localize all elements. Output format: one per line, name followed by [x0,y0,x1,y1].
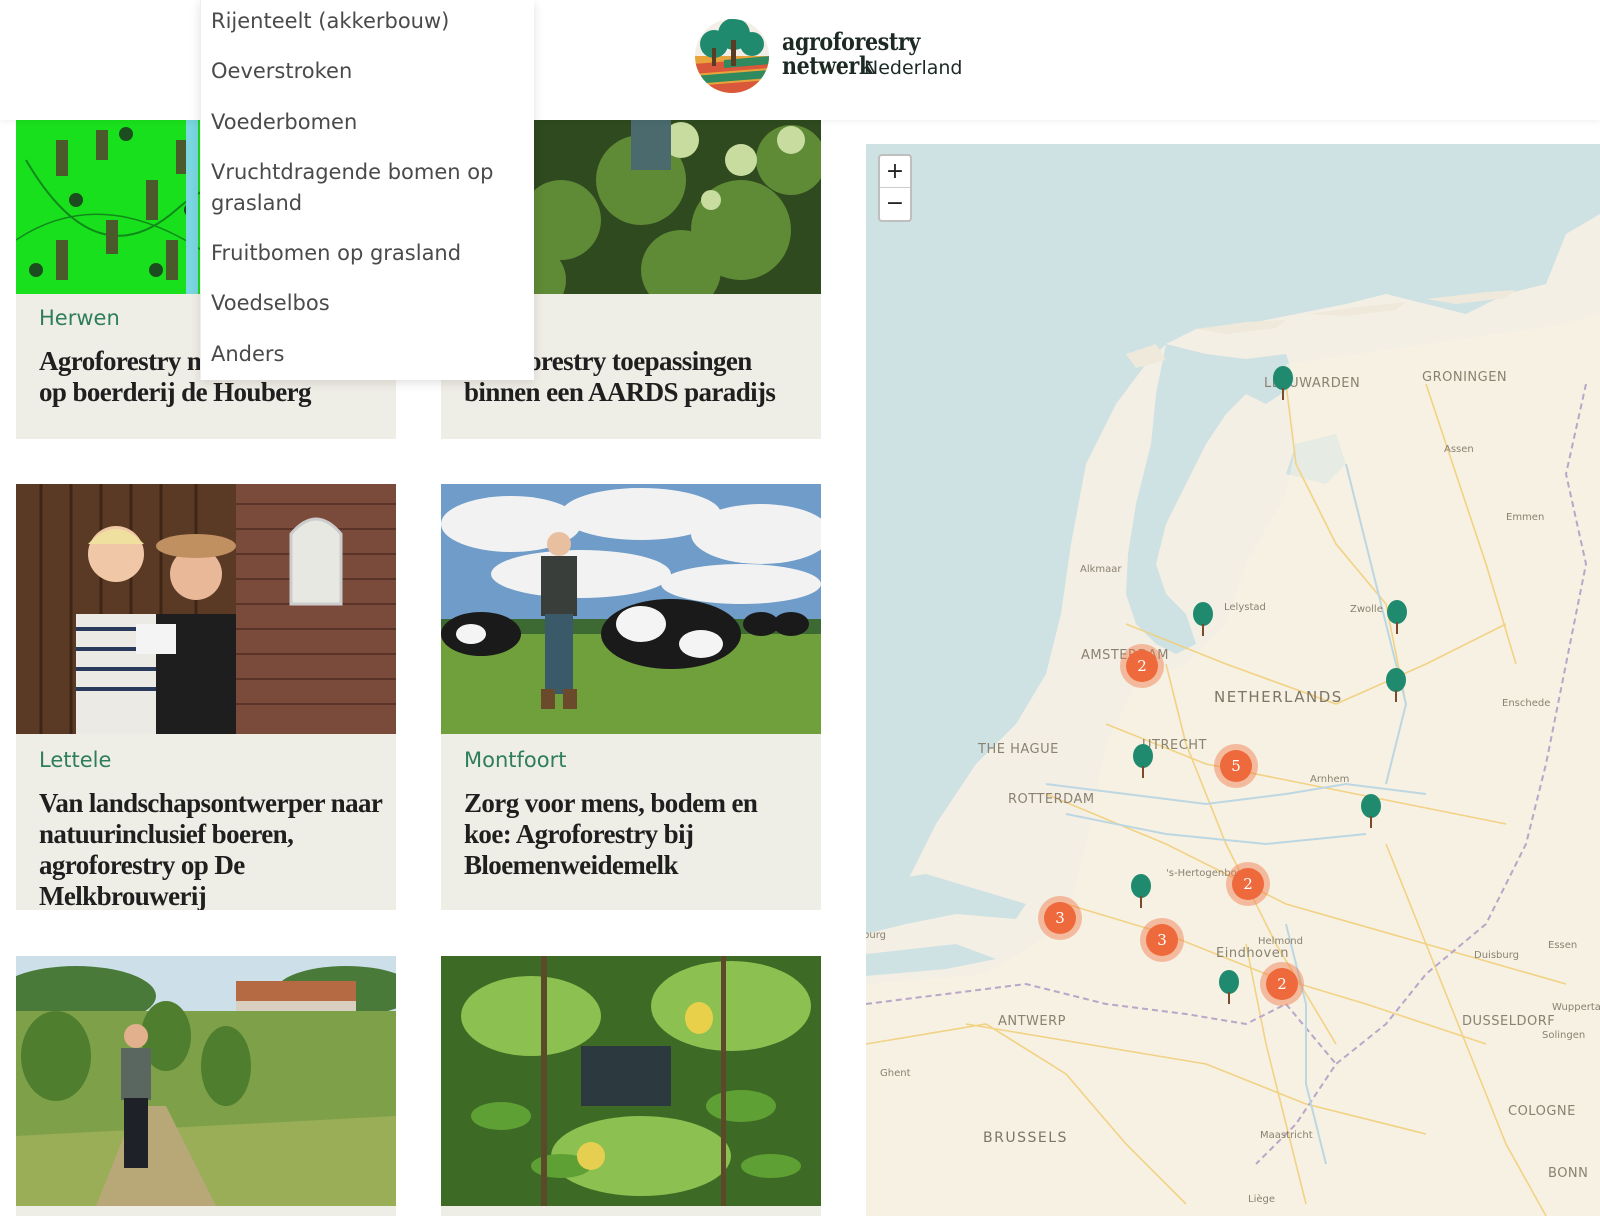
tree-marker-icon[interactable] [1272,366,1294,400]
map-cluster[interactable]: 3 [1038,896,1082,940]
map-label: Middelburg [866,930,887,941]
card-location: Herwen [39,306,120,330]
tree-marker-icon[interactable] [1130,874,1152,908]
card-image [16,956,396,1206]
map-cluster[interactable]: 2 [1226,862,1270,906]
zoom-control: + − [878,154,912,222]
map-label: BRUSSELS [983,1130,1068,1146]
map-label: Enschede [1502,698,1551,709]
map-label: DUSSELDORF [1462,1014,1556,1029]
map-label: Assen [1444,444,1474,455]
cluster-count: 2 [1126,650,1158,682]
card-location: Montfoort [464,748,567,772]
site-logo[interactable]: agroforestry netwerkNederland [694,16,994,96]
dropdown-option-voedselbos[interactable]: Voedselbos [211,288,521,319]
map-label: ROTTERDAM [1008,792,1095,807]
map-label: Wuppertal [1552,1002,1600,1013]
map-label: Liège [1248,1194,1276,1205]
map-label: BONN [1548,1166,1589,1181]
map-label: Alkmaar [1080,564,1122,575]
map-label: THE HAGUE [978,742,1059,757]
map-label: ANTWERP [998,1014,1066,1029]
tree-marker-icon[interactable] [1218,970,1240,1004]
map-label: COLOGNE [1508,1104,1576,1119]
logo-text-netwerk: netwerk [782,51,873,80]
zoom-in-button[interactable]: + [880,156,910,188]
project-card[interactable]: Montfoort Zorg voor mens, bodem en koe: … [441,484,821,910]
map-cluster[interactable]: 2 [1120,644,1164,688]
map-label: Essen [1548,940,1578,951]
tree-marker-icon[interactable] [1385,668,1407,702]
map-label: NETHERLANDS [1214,688,1343,706]
logo-text-nederland: Nederland [864,57,963,79]
map-label: Arnhem [1310,774,1350,785]
card-image [16,484,396,734]
cluster-count: 2 [1266,968,1298,1000]
map-tiles[interactable] [866,144,1600,1216]
project-card[interactable] [16,956,396,1216]
cluster-count: 3 [1146,924,1178,956]
map-cluster[interactable]: 5 [1214,744,1258,788]
map-label: Eindhoven [1216,946,1289,961]
category-dropdown: Rijenteelt (akkerbouw) Oeverstroken Voed… [200,0,534,380]
cluster-count: 3 [1044,902,1076,934]
dropdown-option-fruitbomen[interactable]: Fruitbomen op grasland [211,238,521,269]
map-label: Zwolle [1350,604,1383,615]
map-label: Duisburg [1474,950,1519,961]
map-label: Emmen [1506,512,1545,523]
map-label: Lelystad [1224,602,1266,613]
map-cluster[interactable]: 3 [1140,918,1184,962]
dropdown-option-oeverstroken[interactable]: Oeverstroken [211,56,521,87]
project-card[interactable]: Lettele Van landschapsontwerper naar nat… [16,484,396,910]
tree-marker-icon[interactable] [1132,744,1154,778]
map-label: Maastricht [1260,1130,1313,1141]
card-title[interactable]: Zorg voor mens, bodem en koe: Agroforest… [464,788,809,881]
cluster-count: 5 [1220,750,1252,782]
map-label: Solingen [1542,1030,1586,1041]
projects-map[interactable]: + − LEEUWARDEN GRONINGEN Assen Emmen Alk… [866,144,1600,1216]
logo-icon [695,19,769,93]
card-image [441,956,821,1206]
zoom-out-button[interactable]: − [880,188,910,220]
dropdown-option-rijenteelt[interactable]: Rijenteelt (akkerbouw) [211,6,521,37]
card-title[interactable]: Van landschapsontwerper naar natuurinclu… [39,788,384,910]
map-label: Ghent [880,1068,911,1079]
dropdown-option-vruchtdragende-bomen[interactable]: Vruchtdragende bomen op grasland [211,157,501,219]
tree-marker-icon[interactable] [1192,602,1214,636]
dropdown-option-anders[interactable]: Anders [211,339,521,370]
project-card[interactable] [441,956,821,1216]
tree-marker-icon[interactable] [1386,600,1408,634]
map-cluster[interactable]: 2 [1260,962,1304,1006]
card-image [441,484,821,734]
logo-text-line2: netwerkNederland [782,54,963,81]
map-label: GRONINGEN [1422,370,1508,385]
dropdown-option-voederbomen[interactable]: Voederbomen [211,107,521,138]
cluster-count: 2 [1232,868,1264,900]
tree-marker-icon[interactable] [1360,794,1382,828]
card-location: Lettele [39,748,112,772]
